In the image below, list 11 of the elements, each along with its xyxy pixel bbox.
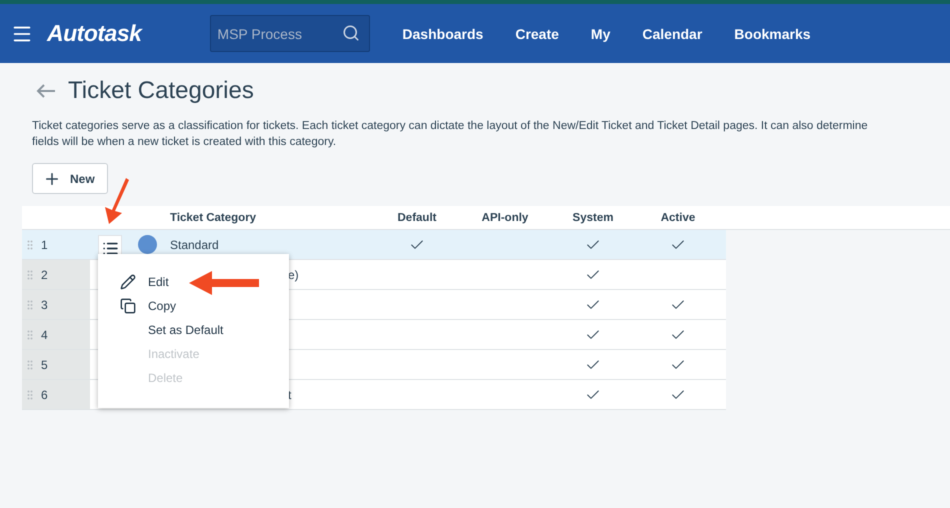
row-number: 5 xyxy=(41,358,48,372)
row-number: 3 xyxy=(41,298,48,312)
table-cell: Standard xyxy=(170,238,219,252)
table-cell: e) xyxy=(288,268,299,282)
row-number: 4 xyxy=(41,328,48,342)
description-text: Ticket categories serve as a classification for tickets. Each ticket category can dictate the layout of the New/Edit Ticket and Ticket Detail pages. It can also determine xyxy=(32,119,869,134)
row-number: 1 xyxy=(41,238,48,252)
page-title: Ticket Categories xyxy=(68,77,254,105)
row-number: 2 xyxy=(41,268,48,282)
row-number: 6 xyxy=(41,388,48,402)
description-text: fields will be when a new ticket is created with this category. xyxy=(32,135,338,150)
